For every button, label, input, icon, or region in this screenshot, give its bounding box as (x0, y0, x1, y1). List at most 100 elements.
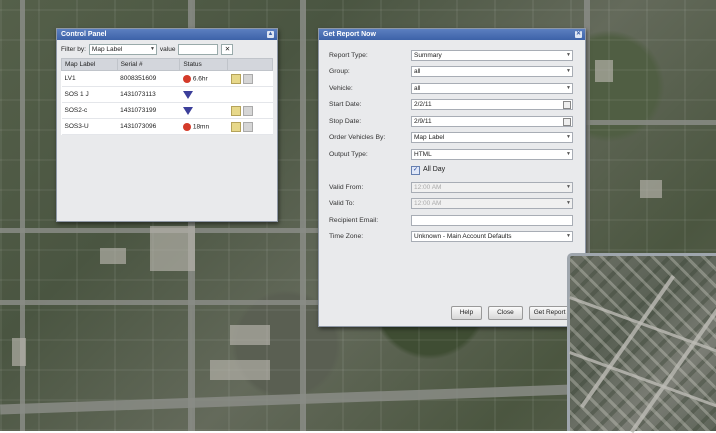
calendar-icon[interactable] (563, 101, 571, 110)
output-type-label: Output Type: (329, 150, 368, 158)
output-type-row: Output Type: HTML ▼ (329, 146, 575, 163)
table-row[interactable]: LV1 8008351609 6.6hr (61, 70, 273, 87)
time-zone-value: Unknown - Main Account Defaults (414, 233, 512, 241)
checkmark-icon[interactable]: ✓ (411, 166, 420, 176)
value-input[interactable] (178, 43, 219, 55)
valid-to-row: Valid To: 12:00 AM ▼ (329, 196, 575, 213)
row-status: 18mn (179, 118, 228, 135)
details-icon[interactable] (242, 105, 253, 116)
locate-icon[interactable] (230, 73, 241, 84)
column-header-map-label[interactable]: Map Label (61, 58, 118, 71)
column-header-status[interactable]: Status (179, 58, 229, 71)
chevron-down-icon: ▼ (566, 150, 571, 157)
time-zone-select[interactable]: Unknown - Main Account Defaults ▼ (411, 231, 573, 243)
start-date-row: Start Date: 2/2/11 (329, 97, 575, 114)
start-date-value: 2/2/11 (414, 101, 432, 109)
moving-triangle-icon (182, 90, 193, 99)
all-day-label: All Day (423, 166, 446, 174)
filter-select[interactable]: Map Label ▼ (88, 43, 157, 55)
row-label: SOS 1 J (61, 86, 118, 103)
chevron-down-icon: ▼ (566, 134, 571, 141)
valid-from-label: Valid From: (329, 183, 364, 191)
order-by-row: Order Vehicles By: Map Label ▼ (329, 130, 575, 147)
vehicle-select[interactable]: all ▼ (411, 82, 573, 94)
valid-from-value: 12:00 AM (414, 183, 442, 191)
recipient-email-label: Recipient Email: (329, 216, 379, 224)
vehicle-label: Vehicle: (329, 84, 353, 92)
row-status (179, 86, 228, 103)
row-actions (227, 70, 273, 87)
output-type-select[interactable]: HTML ▼ (411, 148, 573, 160)
all-day-checkbox[interactable]: ✓ All Day (411, 166, 446, 176)
row-serial: 1431073113 (117, 86, 180, 103)
valid-from-row: Valid From: 12:00 AM ▼ (329, 179, 575, 196)
chevron-down-icon: ▼ (566, 200, 571, 207)
map-building (595, 60, 613, 82)
map-road (300, 0, 306, 431)
row-serial: 1431073096 (117, 118, 180, 135)
vehicle-value: all (414, 84, 421, 92)
start-date-input[interactable]: 2/2/11 (411, 99, 573, 111)
row-actions (227, 102, 273, 119)
vehicle-table: Map Label Serial # Status LV1 8008351609… (61, 58, 273, 135)
row-status: 6.6hr (179, 70, 228, 87)
chevron-down-icon: ▼ (566, 68, 571, 75)
column-header-serial[interactable]: Serial # (116, 58, 181, 71)
collapse-icon[interactable]: ▲ (267, 31, 274, 38)
valid-from-select[interactable]: 12:00 AM ▼ (411, 181, 573, 193)
table-row[interactable]: SOS3-U 1431073096 18mn (61, 118, 273, 135)
table-row[interactable]: SOS 1 J 1431073113 (61, 86, 273, 103)
report-form: Report Type: Summary ▼ Group: all ▼ Vehicl… (319, 40, 585, 245)
order-by-label: Order Vehicles By: (329, 134, 386, 142)
inset-map[interactable] (567, 253, 716, 433)
group-row: Group: all ▼ (329, 64, 575, 81)
stop-icon (182, 122, 191, 131)
column-header-actions (227, 58, 273, 71)
locate-icon[interactable] (230, 121, 241, 132)
locate-icon[interactable] (230, 105, 241, 116)
table-row[interactable]: SOS2-c 1431073199 (61, 102, 273, 119)
map-road (568, 351, 716, 409)
order-by-select[interactable]: Map Label ▼ (411, 132, 573, 144)
stop-date-input[interactable]: 2/9/11 (411, 115, 573, 127)
report-type-label: Report Type: (329, 51, 368, 59)
row-status-text: 18mn (192, 123, 210, 131)
table-header-row: Map Label Serial # Status (61, 58, 273, 71)
chevron-down-icon: ▼ (566, 51, 571, 58)
filter-row: Filter by: Map Label ▼ value ✕ (57, 40, 277, 58)
clear-filter-icon[interactable]: ✕ (221, 43, 234, 55)
all-day-row: ✓ All Day (329, 163, 575, 180)
control-panel-titlebar[interactable]: Control Panel ▲ (57, 29, 277, 40)
filter-select-value: Map Label (91, 45, 123, 53)
map-building (12, 338, 26, 366)
details-icon[interactable] (242, 73, 253, 84)
chevron-down-icon: ▼ (566, 183, 571, 190)
time-zone-label: Time Zone: (329, 233, 364, 241)
map-building (150, 226, 195, 271)
output-type-value: HTML (414, 150, 432, 158)
control-panel-title: Control Panel (61, 31, 107, 38)
close-icon[interactable]: ✕ (575, 31, 582, 38)
map-building (100, 248, 126, 264)
close-button[interactable]: Close (488, 306, 523, 320)
dialog-button-bar: Help Close Get Report N (450, 306, 577, 320)
calendar-icon[interactable] (563, 117, 571, 126)
report-dialog-title: Get Report Now (323, 31, 376, 38)
time-zone-row: Time Zone: Unknown - Main Account Defaul… (329, 229, 575, 246)
map-road (584, 120, 716, 125)
map-road (20, 0, 25, 431)
report-type-select[interactable]: Summary ▼ (411, 49, 573, 61)
group-label: Group: (329, 68, 350, 76)
map-building (640, 180, 662, 198)
map-building (230, 325, 270, 345)
row-actions (227, 86, 273, 103)
chevron-down-icon: ▼ (566, 233, 571, 240)
group-select[interactable]: all ▼ (411, 66, 573, 78)
details-icon[interactable] (242, 121, 253, 132)
help-button[interactable]: Help (450, 306, 483, 320)
recipient-email-input[interactable] (411, 214, 573, 226)
report-dialog-titlebar[interactable]: Get Report Now ✕ (319, 29, 585, 40)
valid-to-select[interactable]: 12:00 AM ▼ (411, 198, 573, 210)
vehicle-row: Vehicle: all ▼ (329, 80, 575, 97)
recipient-email-row: Recipient Email: (329, 212, 575, 229)
